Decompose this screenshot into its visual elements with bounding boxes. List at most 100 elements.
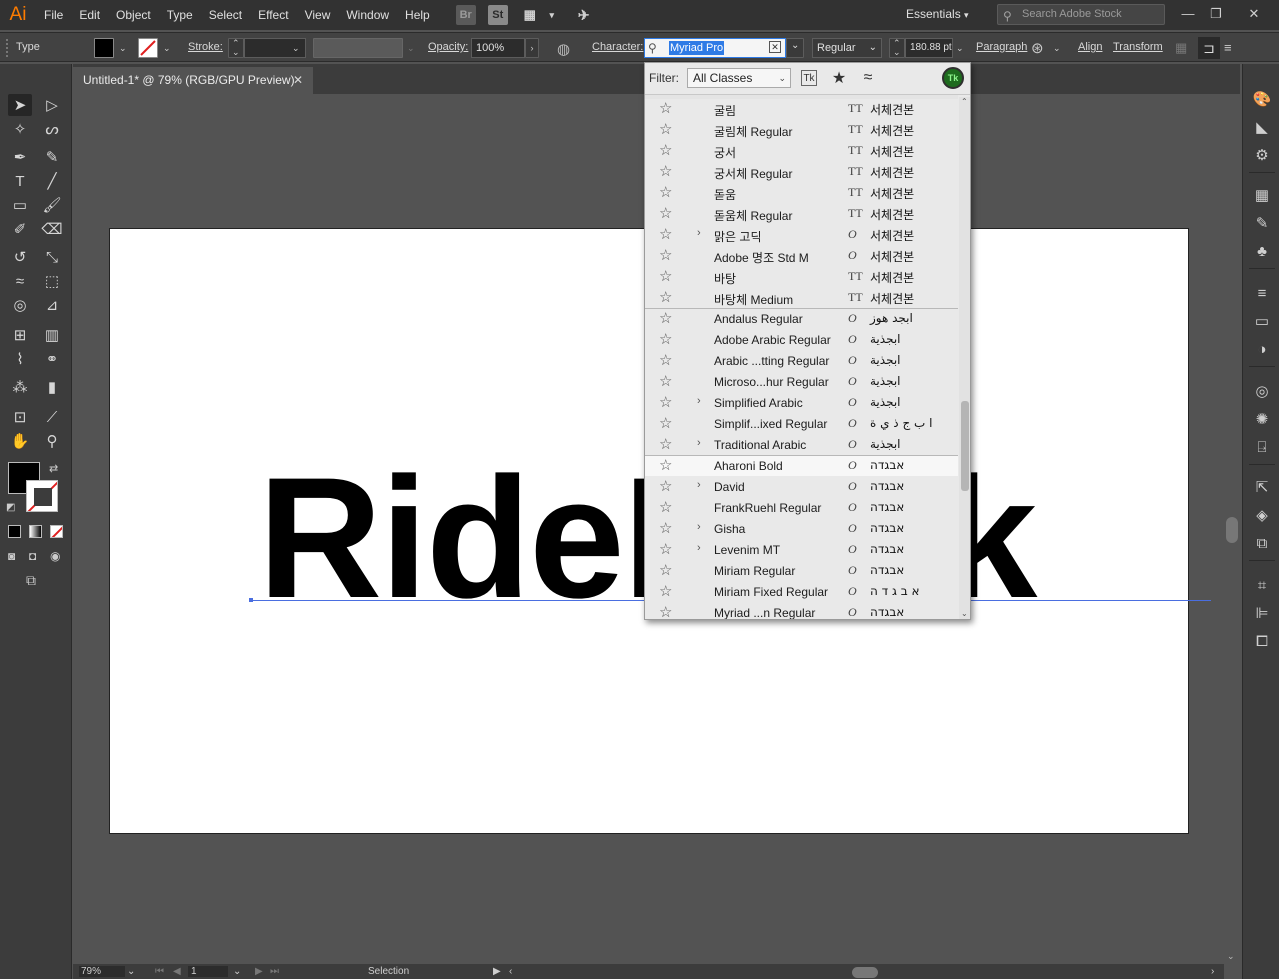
gradient-mode-icon[interactable]	[29, 525, 42, 538]
favorite-star-icon[interactable]: ☆	[659, 330, 672, 348]
font-list-item[interactable]: ☆ 바탕 TT 서체견본	[645, 266, 958, 287]
chevron-down-icon[interactable]: ▾	[542, 5, 562, 25]
slice-tool-icon[interactable]: ⟋	[40, 406, 64, 428]
line-tool-icon[interactable]: ╱	[40, 170, 64, 192]
gpu-performance-icon[interactable]: ✈	[574, 5, 594, 25]
symbol-sprayer-icon[interactable]: ⁂	[8, 376, 32, 398]
favorite-star-icon[interactable]: ☆	[659, 309, 672, 327]
mesh-tool-icon[interactable]: ⊞	[8, 324, 32, 346]
typekit-sync-badge[interactable]: Tk	[942, 67, 964, 89]
screen-mode-icon[interactable]: ⧉	[26, 572, 36, 589]
arrange-documents-icon[interactable]: ▦	[520, 5, 540, 25]
isolate-icon[interactable]: ▦	[1175, 40, 1187, 56]
font-list-item[interactable]: ☆ 돋움 TT 서체견본	[645, 182, 958, 203]
transparency-icon[interactable]: ◑	[1251, 338, 1273, 360]
gradient-panel-icon[interactable]: ▭	[1251, 310, 1273, 332]
favorites-star-icon[interactable]: ★	[830, 69, 848, 87]
font-list-item[interactable]: ☆ › Levenim MT O אבגדה	[645, 539, 958, 560]
font-list-item[interactable]: ☆ Andalus Regular O ابجد هوز	[645, 308, 958, 329]
perspective-grid-icon[interactable]: ⊿	[40, 294, 64, 316]
text-anchor-point[interactable]	[249, 598, 253, 602]
shaper-tool-icon[interactable]: ✐	[8, 218, 32, 240]
eraser-icon[interactable]: ⌫	[40, 218, 64, 240]
type-tool-icon[interactable]: T	[8, 170, 32, 192]
favorite-star-icon[interactable]: ☆	[659, 435, 672, 453]
menu-object[interactable]: Object	[108, 0, 159, 30]
stock-icon[interactable]: St	[487, 5, 508, 25]
font-list-item[interactable]: ☆ 바탕체 Medium TT 서체견본	[645, 287, 958, 308]
favorite-star-icon[interactable]: ☆	[659, 414, 672, 432]
favorite-star-icon[interactable]: ☆	[659, 351, 672, 369]
font-list-item[interactable]: ☆ Adobe 명조 Std M O 서체견본	[645, 245, 958, 266]
favorite-star-icon[interactable]: ☆	[659, 99, 672, 117]
font-list-item[interactable]: ☆ Aharoni Bold O אבגדה	[645, 455, 958, 476]
stroke-color-swatch[interactable]	[26, 480, 58, 512]
blend-tool-icon[interactable]: ⚭	[40, 348, 64, 370]
favorite-star-icon[interactable]: ☆	[659, 267, 672, 285]
width-tool-icon[interactable]: ≈	[8, 270, 32, 292]
align-panel-icon[interactable]: ⊫	[1251, 602, 1273, 624]
favorite-star-icon[interactable]: ☆	[659, 582, 672, 600]
font-style-select[interactable]: Regular ⌄	[812, 38, 882, 58]
font-list-scroll-thumb[interactable]	[961, 401, 969, 491]
asset-export-icon[interactable]: ⍈	[1251, 436, 1273, 458]
menu-help[interactable]: Help	[397, 0, 438, 30]
font-list-item[interactable]: ☆ Arabic ...tting Regular O ابجذية	[645, 350, 958, 371]
opacity-arrow[interactable]: ›	[525, 38, 539, 58]
favorite-star-icon[interactable]: ☆	[659, 393, 672, 411]
next-artboard-icon[interactable]: ▶	[255, 966, 263, 977]
pathfinder-icon[interactable]: ⧠	[1251, 630, 1273, 652]
favorite-star-icon[interactable]: ☆	[659, 519, 672, 537]
favorite-star-icon[interactable]: ☆	[659, 540, 672, 558]
chevron-down-icon[interactable]: ⌄	[1053, 43, 1061, 54]
graphic-styles-icon[interactable]: ✺	[1251, 408, 1273, 430]
menu-view[interactable]: View	[297, 0, 339, 30]
chevron-down-icon[interactable]: ⌄	[163, 43, 171, 54]
grip-handle[interactable]	[6, 39, 10, 57]
opacity-label[interactable]: Opacity:	[428, 41, 468, 53]
typekit-filter-icon[interactable]: Tk	[801, 70, 817, 86]
previous-artboard-icon[interactable]: ◀	[173, 966, 181, 977]
font-list-item[interactable]: ☆ Adobe Arabic Regular O ابجذية	[645, 329, 958, 350]
draw-inside-icon[interactable]: ◉	[50, 549, 60, 563]
symbols-icon[interactable]: ♣	[1251, 240, 1273, 262]
favorite-star-icon[interactable]: ☆	[659, 120, 672, 138]
swatches-icon[interactable]: ▦	[1251, 184, 1273, 206]
none-mode-icon[interactable]	[50, 525, 63, 538]
layers-icon[interactable]: ◈	[1251, 504, 1273, 526]
favorite-star-icon[interactable]: ☆	[659, 498, 672, 516]
minimize-button[interactable]: —	[1177, 4, 1199, 24]
expand-family-icon[interactable]: ›	[697, 437, 701, 449]
brushes-icon[interactable]: ✎	[1251, 212, 1273, 234]
status-menu-arrow[interactable]: ▶	[493, 966, 501, 977]
fill-swatch[interactable]	[94, 38, 114, 58]
expand-family-icon[interactable]: ›	[697, 227, 701, 239]
font-list-item[interactable]: ☆ Miriam Fixed Regular O א ב ג ד ה	[645, 581, 958, 602]
artboard-tool-icon[interactable]: ⊡	[8, 406, 32, 428]
font-list-item[interactable]: ☆ 돋움체 Regular TT 서체견본	[645, 203, 958, 224]
clear-icon[interactable]: ✕	[769, 41, 781, 53]
font-list-item[interactable]: ☆ Miriam Regular O אבגדה	[645, 560, 958, 581]
favorite-star-icon[interactable]: ☆	[659, 141, 672, 159]
document-tab[interactable]: Untitled-1* @ 79% (RGB/GPU Preview) ✕	[73, 67, 313, 94]
favorite-star-icon[interactable]: ☆	[659, 372, 672, 390]
direct-selection-tool-icon[interactable]: ▷	[40, 94, 64, 116]
scale-tool-icon[interactable]: ⤡	[40, 246, 64, 268]
favorite-star-icon[interactable]: ☆	[659, 477, 672, 495]
stock-search-input[interactable]: ⚲ Search Adobe Stock	[997, 4, 1165, 25]
rotate-tool-icon[interactable]: ↺	[8, 246, 32, 268]
font-size-field[interactable]: 180.88 pt	[905, 38, 953, 58]
draw-behind-icon[interactable]: ◘	[29, 549, 36, 563]
color-guide-icon[interactable]: ◣	[1251, 116, 1273, 138]
properties-icon[interactable]: ⚙	[1251, 144, 1273, 166]
character-label[interactable]: Character:	[592, 41, 643, 53]
expand-family-icon[interactable]: ›	[697, 395, 701, 407]
chevron-down-icon[interactable]: ⌄	[119, 43, 127, 54]
curvature-tool-icon[interactable]: ✎	[40, 146, 64, 168]
font-list-item[interactable]: ☆ Simplif...ixed Regular O ا ب ج ذ ي ة	[645, 413, 958, 434]
chevron-down-icon[interactable]: ⌄	[127, 966, 135, 977]
favorite-star-icon[interactable]: ☆	[659, 162, 672, 180]
favorite-star-icon[interactable]: ☆	[659, 288, 672, 306]
font-list-item[interactable]: ☆ 굴림체 Regular TT 서체견본	[645, 119, 958, 140]
zoom-tool-icon[interactable]: ⚲	[40, 430, 64, 452]
